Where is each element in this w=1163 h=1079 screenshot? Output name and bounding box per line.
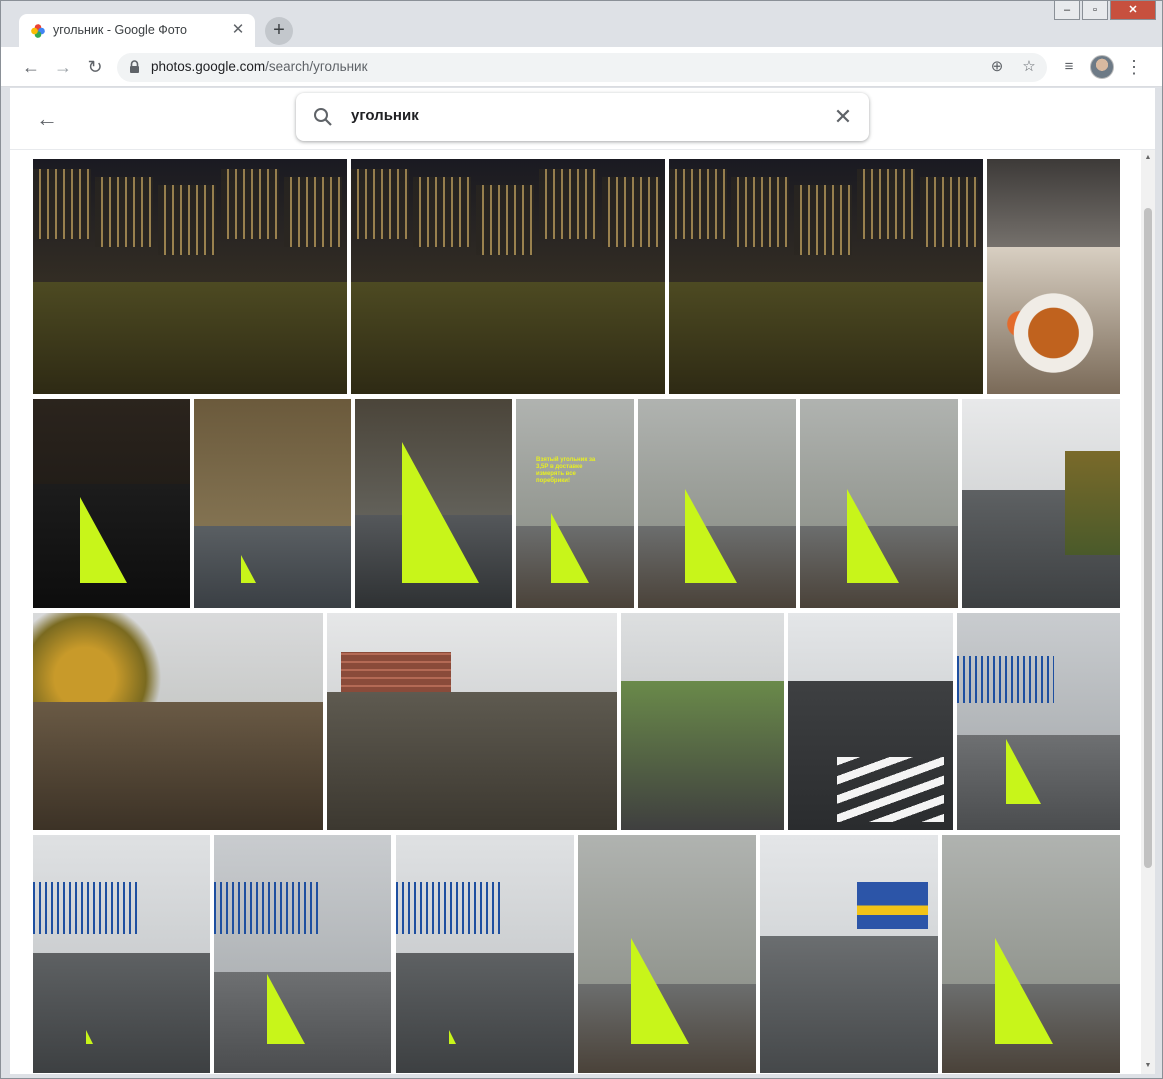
ruler-triangle [685,488,738,583]
photo-thumbnail[interactable] [669,159,983,394]
ruler-triangle [80,496,128,583]
back-arrow-icon[interactable]: ← [19,55,43,79]
star-icon[interactable]: ☆ [1019,57,1039,77]
scrollbar[interactable]: ▲ ▼ [1141,150,1155,1074]
photo-thumbnail[interactable]: Взятый угольник за 3,5Р в доставке измер… [516,399,634,608]
close-icon[interactable]: ✕ [229,21,247,39]
address-bar[interactable]: photos.google.com/search/угольник ⊕ ☆ [117,53,1047,82]
google-photos-icon [31,24,45,38]
photo-thumbnail[interactable] [942,835,1120,1073]
maximize-icon[interactable]: ▫ [1082,1,1108,20]
photo-thumbnail[interactable] [214,835,391,1073]
tab-title: угольник - Google Фото [53,23,187,37]
photo-thumbnail[interactable] [800,399,958,608]
reload-icon[interactable]: ↻ [83,55,107,79]
photo-thumbnail[interactable] [638,399,796,608]
ruler-triangle [995,938,1054,1045]
photo-thumbnail[interactable] [33,399,190,608]
browser-toolbar: ← → ↻ photos.google.com/search/угольник … [1,47,1162,87]
new-tab-button[interactable]: + [265,17,293,45]
menu-icon[interactable]: ⋮ [1122,55,1146,79]
scroll-up-icon[interactable]: ▲ [1144,154,1152,162]
search-icon [314,108,332,126]
photo-thumbnail[interactable] [396,835,574,1073]
avatar[interactable] [1090,55,1114,79]
tab-strip: угольник - Google Фото ✕ + – ▫ ✕ [1,1,1162,48]
google-photos-page: ← угольник ✕ Взятый угольник за 3,5Р в д… [10,88,1155,1074]
window-close-icon[interactable]: ✕ [1110,1,1156,20]
forward-arrow-icon[interactable]: → [51,55,75,79]
ruler-triangle [241,554,257,583]
photo-thumbnail[interactable] [760,835,938,1073]
clear-search-button[interactable]: ✕ [829,103,857,131]
photo-thumbnail[interactable] [621,613,784,830]
search-input[interactable]: угольник [351,107,419,124]
ruler-triangle [267,974,306,1045]
scroll-down-icon[interactable]: ▼ [1144,1062,1152,1070]
photo-thumbnail[interactable] [33,159,347,394]
ruler-triangle [86,1030,94,1045]
ruler-triangle [402,441,480,583]
browser-tab[interactable]: угольник - Google Фото ✕ [19,14,255,48]
photo-thumbnail[interactable] [33,613,323,830]
photo-thumbnail[interactable] [327,613,617,830]
photo-thumbnail[interactable] [957,613,1120,830]
add-icon[interactable]: ⊕ [987,57,1007,77]
photo-thumbnail[interactable] [351,159,665,394]
photo-thumbnail[interactable] [578,835,756,1073]
photo-thumbnail[interactable] [194,399,351,608]
photo-thumbnail[interactable] [962,399,1120,608]
scroll-thumb[interactable] [1144,208,1152,868]
photo-thumbnail[interactable] [987,159,1120,394]
lock-icon [130,60,139,73]
search-box[interactable]: угольник ✕ [296,93,869,141]
ruler-triangle [449,1030,457,1045]
photo-thumbnail[interactable] [33,835,210,1073]
browser-window: угольник - Google Фото ✕ + – ▫ ✕ ← → ↻ p… [0,0,1163,1079]
ruler-triangle [551,512,590,583]
ruler-triangle [847,488,900,583]
ruler-triangle [631,938,690,1045]
back-button[interactable]: ← [32,104,62,134]
photo-grid: Взятый угольник за 3,5Р в доставке измер… [10,150,1155,1074]
minimize-icon[interactable]: – [1054,1,1080,20]
photo-caption: Взятый угольник за 3,5Р в доставке измер… [536,457,596,484]
media-control-icon[interactable]: ≡ [1057,55,1081,79]
photo-thumbnail[interactable] [788,613,953,830]
photo-thumbnail[interactable] [355,399,512,608]
window-controls: – ▫ ✕ [1054,1,1156,21]
url-text: photos.google.com/search/угольник [151,59,368,74]
app-bar: ← угольник ✕ [10,88,1155,150]
ruler-triangle [1005,738,1041,804]
